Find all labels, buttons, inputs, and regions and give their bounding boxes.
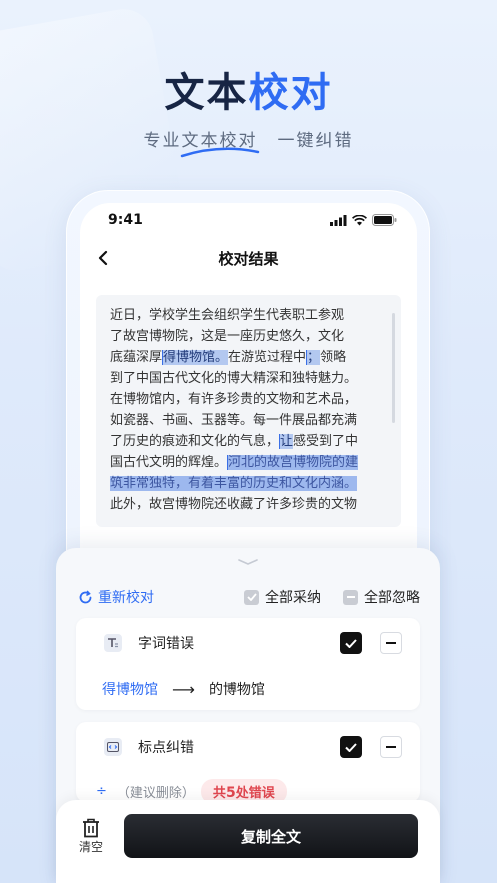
doc-line: 了故宫博物院，这是一座历史悠久，文化 bbox=[110, 329, 345, 344]
hint-text: （建议删除） bbox=[116, 786, 195, 801]
accept-checkbox[interactable] bbox=[340, 632, 362, 654]
error-highlight[interactable]: ； bbox=[306, 350, 321, 365]
battery-icon bbox=[372, 214, 397, 226]
doc-line: 筑非常独特，有着丰富的历史和文化内涵。 bbox=[110, 473, 387, 494]
collapse-chevron-icon[interactable] bbox=[237, 558, 259, 566]
error-highlight[interactable]: 筑非常独特，有着丰富的历史和文化内涵。 bbox=[110, 476, 358, 491]
signal-icon bbox=[330, 214, 347, 226]
minus-icon bbox=[386, 642, 396, 644]
ignore-checkbox[interactable] bbox=[380, 736, 402, 758]
doc-line: 近日，学校学生会组织学生代表职工参观 bbox=[110, 308, 345, 323]
check-icon bbox=[244, 589, 259, 605]
refresh-icon bbox=[79, 590, 92, 603]
doc-text: 感受到了中 bbox=[293, 434, 359, 449]
hint-symbol: ÷ bbox=[96, 784, 107, 799]
badge-prefix: 共 bbox=[212, 786, 226, 801]
document-area: 近日，学校学生会组织学生代表职工参观 了故宫博物院，这是一座历史悠久，文化 底蕴… bbox=[80, 279, 417, 579]
doc-line: 如瓷器、书画、玉器等。每一件展品都充满 bbox=[110, 413, 358, 428]
status-bar: 9:41 bbox=[80, 203, 417, 237]
copy-label: 复制全文 bbox=[240, 827, 301, 846]
code-type-icon bbox=[104, 738, 122, 756]
doc-line: 此外，故宫博物院还收藏了许多珍贵的文物 bbox=[110, 497, 358, 512]
doc-text: 国古代文明的辉煌。 bbox=[110, 455, 228, 470]
status-time: 9:41 bbox=[108, 212, 143, 228]
doc-line: 国古代文明的辉煌。河北的故宫博物院的建 bbox=[110, 452, 387, 473]
doc-text: 底蕴深厚 bbox=[110, 350, 163, 365]
minus-icon bbox=[386, 746, 396, 748]
badge-count: 5 bbox=[225, 785, 236, 801]
wrong-text[interactable]: 得博物馆 bbox=[102, 679, 158, 699]
hero-title-part2: 校对 bbox=[248, 70, 333, 116]
error-highlight[interactable]: 让 bbox=[279, 434, 294, 449]
text-type-icon bbox=[104, 634, 122, 652]
doc-text: 了历史的痕迹和文化的气息， bbox=[110, 434, 280, 449]
recheck-button[interactable]: 重新校对 bbox=[78, 587, 154, 607]
trash-icon bbox=[83, 818, 99, 838]
check-icon bbox=[345, 638, 357, 648]
scrollbar[interactable] bbox=[392, 313, 395, 423]
action-row: 重新校对 全部采纳 全部忽略 bbox=[78, 586, 420, 608]
card-title: 字词错误 bbox=[138, 636, 194, 652]
card-title: 标点纠错 bbox=[138, 740, 194, 756]
badge-suffix: 处错误 bbox=[235, 786, 275, 801]
clear-button[interactable]: 清空 bbox=[74, 818, 108, 855]
check-icon bbox=[345, 742, 357, 752]
ignore-all-label: 全部忽略 bbox=[364, 590, 420, 606]
status-icons bbox=[330, 214, 397, 226]
doc-line: 到了中国古代文化的博大精深和独特魅力。 bbox=[110, 371, 358, 386]
minus-icon bbox=[343, 589, 358, 605]
card-header: 标点纠错 bbox=[76, 722, 420, 772]
recheck-label: 重新校对 bbox=[98, 590, 154, 606]
back-icon[interactable] bbox=[98, 250, 108, 266]
copy-all-button[interactable]: 复制全文 bbox=[124, 814, 418, 858]
doc-text: 在游览过程中 bbox=[228, 350, 307, 365]
ignore-all-button[interactable]: 全部忽略 bbox=[343, 587, 420, 607]
hero-title: 文本校对 bbox=[0, 60, 497, 118]
error-highlight[interactable]: 得博物馆。 bbox=[162, 350, 229, 365]
doc-line: 底蕴深厚得博物馆。在游览过程中；领略 bbox=[110, 347, 387, 368]
wifi-icon bbox=[352, 214, 367, 225]
nav-bar: 校对结果 bbox=[80, 237, 417, 279]
hero-title-part1: 文本 bbox=[164, 70, 249, 116]
card-header: 字词错误 bbox=[76, 618, 420, 668]
accept-all-label: 全部采纳 bbox=[265, 590, 321, 606]
clear-label: 清空 bbox=[78, 840, 103, 854]
doc-text: 领略 bbox=[320, 350, 347, 365]
accept-checkbox[interactable] bbox=[340, 736, 362, 758]
hero-subtitle-right: 一键纠错 bbox=[277, 131, 354, 151]
error-highlight[interactable]: 河北的故宫博物院的建 bbox=[227, 455, 359, 470]
doc-line: 了历史的痕迹和文化的气息，让感受到了中 bbox=[110, 431, 387, 452]
nav-title: 校对结果 bbox=[218, 249, 279, 268]
accept-all-button[interactable]: 全部采纳 bbox=[244, 587, 321, 607]
word-error-card[interactable]: 字词错误 得博物馆 ⟶ 的博物馆 bbox=[76, 618, 420, 710]
doc-line: 在博物馆内，有许多珍贵的文物和艺术品， bbox=[110, 392, 358, 407]
document-text[interactable]: 近日，学校学生会组织学生代表职工参观 了故宫博物院，这是一座历史悠久，文化 底蕴… bbox=[96, 295, 401, 527]
arrow-icon: ⟶ bbox=[172, 679, 195, 699]
swoosh-decoration bbox=[180, 147, 260, 158]
corrected-text: 的博物馆 bbox=[208, 682, 265, 698]
bottom-bar: 清空 复制全文 bbox=[56, 800, 440, 883]
correction-row: 得博物馆 ⟶ 的博物馆 bbox=[76, 668, 420, 710]
ignore-checkbox[interactable] bbox=[380, 632, 402, 654]
